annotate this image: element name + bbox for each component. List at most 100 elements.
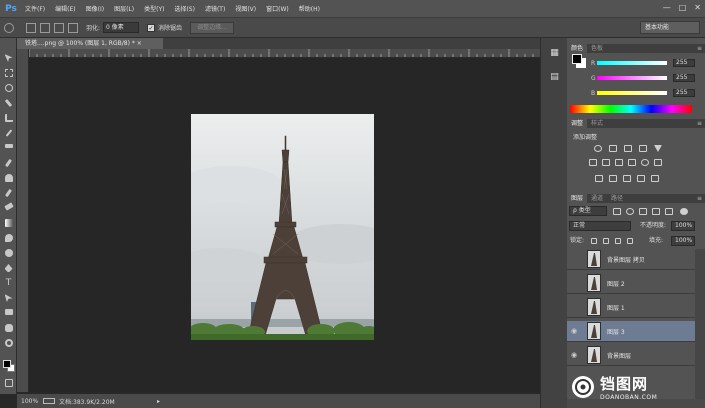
close-button[interactable]: ✕ [694,3,701,12]
tab-styles[interactable]: 样式 [587,119,607,128]
lasso-tool-preset-icon[interactable] [4,22,14,33]
menu-image[interactable]: 图像(I) [81,4,109,13]
menu-type[interactable]: 类型(Y) [139,4,169,13]
status-share-icon[interactable] [43,398,55,404]
selective-color-icon[interactable] [651,175,659,182]
document-canvas-image[interactable] [191,114,374,340]
tab-color[interactable]: 颜色 [567,44,588,53]
quick-mask-icon[interactable] [3,379,14,388]
lasso-tool-icon[interactable] [3,84,14,93]
color-balance-icon[interactable] [602,159,610,166]
menu-help[interactable]: 帮助(H) [294,4,325,13]
posterize-icon[interactable] [609,175,617,182]
curves-icon[interactable] [624,145,632,152]
threshold-icon[interactable] [623,175,631,182]
document-tab[interactable]: 铁塔....png @ 100% (图层 1, RGB/8) * × [17,38,163,49]
menu-layer[interactable]: 图层(L) [109,4,139,13]
filter-type-icon[interactable] [639,208,647,215]
menu-filter[interactable]: 滤镜(T) [200,4,230,13]
dodge-tool-icon[interactable] [3,249,14,258]
brightness-contrast-icon[interactable] [594,145,602,152]
path-selection-tool-icon[interactable] [3,294,14,303]
add-selection-icon[interactable] [40,22,50,33]
tab-adjustments[interactable]: 调整 [567,119,588,128]
eyedropper-tool-icon[interactable] [3,129,14,138]
layer-name[interactable]: 背景图层 拷贝 [607,255,645,264]
maximize-button[interactable]: □ [679,3,687,12]
color-lookup-icon[interactable] [654,159,662,166]
menu-window[interactable]: 窗口(W) [261,4,294,13]
red-value[interactable]: 255 [673,59,695,67]
intersect-selection-icon[interactable] [68,22,78,33]
lock-transparent-icon[interactable] [591,238,597,244]
menu-view[interactable]: 视图(V) [230,4,261,13]
healing-brush-tool-icon[interactable] [3,144,14,153]
color-panel-menu-icon[interactable]: ≡ [697,44,705,53]
blue-slider[interactable] [597,91,667,95]
tab-channels[interactable]: 通道 [587,194,607,203]
zoom-level[interactable]: 100% [17,398,43,405]
type-tool-icon[interactable]: T [3,279,14,288]
layer-row[interactable]: 背景图层 拷贝 [567,249,695,270]
foreground-color-swatch[interactable] [3,360,11,368]
vibrance-icon[interactable] [654,145,662,152]
rectangle-tool-icon[interactable] [3,309,14,318]
lock-all-icon[interactable] [627,238,633,244]
exposure-icon[interactable] [639,145,647,152]
layer-row[interactable]: 图层 1 [567,297,695,318]
quick-select-tool-icon[interactable] [3,98,14,108]
layer-row[interactable]: 图层 2 [567,273,695,294]
filter-toggle-icon[interactable] [680,208,688,215]
color-panel-foreground[interactable] [572,54,582,64]
antialias-checkbox[interactable]: ✓ [147,23,156,32]
layer-name[interactable]: 图层 2 [607,279,625,288]
properties-panel-icon[interactable]: ▤ [549,72,560,83]
status-menu-arrow[interactable]: ▸ [157,398,160,405]
lock-position-icon[interactable] [615,238,621,244]
opacity-input[interactable]: 100% [671,221,695,231]
tab-swatches[interactable]: 色板 [587,44,607,53]
gradient-tool-icon[interactable] [3,219,14,228]
adjustments-panel-menu-icon[interactable]: ≡ [697,119,705,128]
clone-stamp-tool-icon[interactable] [3,174,14,183]
layer-row[interactable]: ◉ 图层 3 [567,321,695,342]
lock-pixels-icon[interactable] [603,238,609,244]
filter-pixel-icon[interactable] [613,208,621,215]
photo-filter-icon[interactable] [628,159,636,166]
green-value[interactable]: 255 [673,74,695,82]
hue-saturation-icon[interactable] [589,159,597,166]
menu-edit[interactable]: 编辑(E) [50,4,80,13]
menu-file[interactable]: 文件(F) [20,4,50,13]
fill-input[interactable]: 100% [671,236,695,246]
history-brush-tool-icon[interactable] [3,188,14,198]
tab-layers[interactable]: 图层 [567,194,588,203]
layer-name[interactable]: 图层 3 [607,327,625,336]
green-slider[interactable] [597,76,667,80]
feather-input[interactable]: 0 像素 [103,22,140,33]
marquee-tool-icon[interactable] [3,69,14,78]
layers-panel-menu-icon[interactable]: ≡ [697,194,705,203]
new-selection-icon[interactable] [26,22,36,33]
eraser-tool-icon[interactable] [3,202,14,213]
workspace-select[interactable]: 基本功能 [640,21,700,34]
hand-tool-icon[interactable] [3,324,14,333]
filter-adjustment-icon[interactable] [626,208,634,215]
history-panel-icon[interactable]: ▦ [549,48,560,59]
layer-name[interactable]: 背景图层 [607,351,631,360]
refine-edge-button[interactable]: 调整边缘... [190,21,235,34]
pen-tool-icon[interactable] [3,264,14,273]
filter-smart-object-icon[interactable] [665,208,673,215]
visibility-eye-icon[interactable]: ◉ [567,327,581,335]
layer-row[interactable]: ◉ 背景图层 [567,345,695,366]
blur-tool-icon[interactable] [3,234,14,243]
blue-value[interactable]: 255 [673,89,695,97]
crop-tool-icon[interactable] [3,114,14,123]
vertical-ruler[interactable] [17,49,29,392]
brush-tool-icon[interactable] [3,158,14,168]
black-white-icon[interactable] [615,159,623,166]
invert-icon[interactable] [595,175,603,182]
layer-filter-select[interactable]: ρ 类型 [569,206,607,216]
channel-mixer-icon[interactable] [641,159,649,166]
minimize-button[interactable]: — [663,3,671,12]
tab-paths[interactable]: 路径 [607,194,627,203]
